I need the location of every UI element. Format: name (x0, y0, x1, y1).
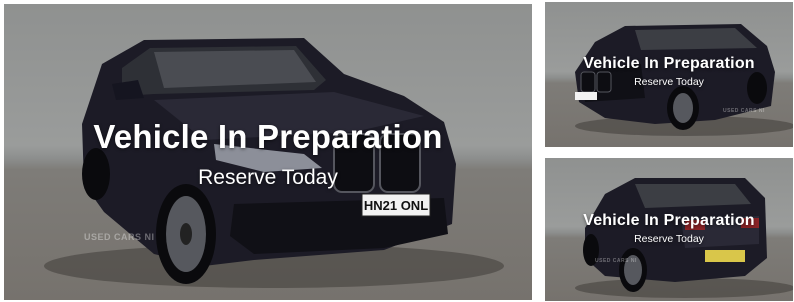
car-front-quarter-image (575, 24, 793, 136)
dealer-watermark: USED CARS NI (595, 258, 637, 264)
number-plate-text: HN21 ONL (364, 198, 428, 213)
dealer-watermark: USED CARS NI (723, 108, 765, 114)
main-vehicle-photo[interactable]: HN21 ONL USED CARS NI Vehicle In Prepara… (4, 4, 532, 300)
thumbnail-front-photo[interactable]: USED CARS NI Vehicle In Preparation Rese… (545, 2, 793, 147)
car-front-image: HN21 ONL (44, 38, 504, 288)
car-rear-quarter-image (575, 178, 793, 298)
dealer-watermark: USED CARS NI (84, 232, 155, 242)
thumbnail-rear-photo[interactable]: USED CARS NI Vehicle In Preparation Rese… (545, 158, 793, 301)
